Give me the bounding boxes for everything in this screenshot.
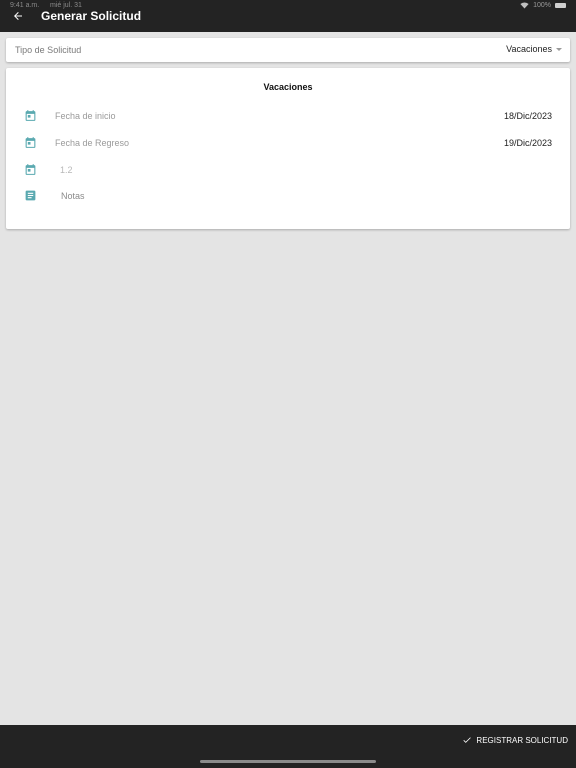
start-date-value: 18/Dic/2023 xyxy=(503,111,552,121)
wifi-icon xyxy=(520,2,529,9)
request-form-card: Vacaciones Fecha de inicio 18/Dic/2023 F… xyxy=(6,68,570,229)
chevron-down-icon xyxy=(556,47,562,51)
return-date-label: Fecha de Regreso xyxy=(55,138,130,148)
battery-percent: 100% xyxy=(533,2,551,9)
register-request-label: REGISTRAR SOLICITUD xyxy=(476,735,568,745)
calendar-icon xyxy=(25,110,36,121)
return-date-field[interactable]: Fecha de Regreso 19/Dic/2023 xyxy=(6,133,570,153)
request-type-value: Vacaciones xyxy=(506,44,552,54)
check-icon xyxy=(463,737,472,743)
calendar-icon xyxy=(25,137,36,148)
app-bar: 9:41 a.m. mié jul. 31 100% Generar Solic… xyxy=(0,0,576,32)
arrow-back-icon xyxy=(14,12,22,20)
request-type-card: Tipo de Solicitud Vacaciones xyxy=(6,38,570,62)
bottom-bar: REGISTRAR SOLICITUD xyxy=(0,725,576,768)
request-type-dropdown[interactable]: Vacaciones xyxy=(506,44,562,54)
start-date-field[interactable]: Fecha de inicio 18/Dic/2023 xyxy=(6,106,570,126)
calendar-icon xyxy=(25,164,36,175)
start-date-label: Fecha de inicio xyxy=(55,111,116,121)
notes-label: Notas xyxy=(61,191,85,201)
notes-field[interactable]: Notas xyxy=(6,186,570,206)
request-type-label: Tipo de Solicitud xyxy=(15,45,82,55)
battery-icon xyxy=(555,3,566,8)
notes-icon xyxy=(25,190,36,201)
return-date-value: 19/Dic/2023 xyxy=(503,138,552,148)
page-title: Generar Solicitud xyxy=(41,9,142,23)
days-value: 1.2 xyxy=(60,165,73,175)
register-request-button[interactable]: REGISTRAR SOLICITUD xyxy=(462,735,568,745)
status-indicators: 100% xyxy=(520,2,566,9)
back-button[interactable] xyxy=(10,8,26,24)
form-title: Vacaciones xyxy=(263,82,313,92)
home-indicator[interactable] xyxy=(200,760,376,763)
days-field: 1.2 xyxy=(6,160,570,180)
